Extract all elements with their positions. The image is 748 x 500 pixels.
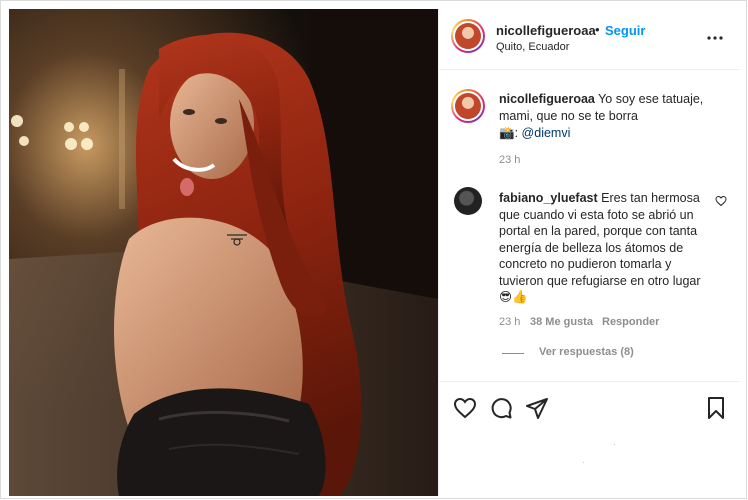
- post-action-bar: [439, 381, 740, 422]
- comment-emojis: 😎👍: [499, 290, 528, 304]
- follow-button[interactable]: Seguir: [605, 23, 645, 38]
- header-separator: •: [595, 22, 600, 37]
- commenter-username[interactable]: fabiano_yluefast: [499, 191, 598, 205]
- post-caption: nicollefigueroaa Yo soy ese tatuaje, mam…: [499, 91, 724, 142]
- caption-mention-link[interactable]: @diemvi: [522, 126, 571, 140]
- heart-icon[interactable]: [453, 396, 477, 420]
- comment-like-heart-icon[interactable]: [715, 195, 727, 207]
- bookmark-icon[interactable]: [704, 396, 728, 420]
- post-location[interactable]: Quito, Ecuador: [496, 41, 569, 53]
- post-photo[interactable]: [9, 9, 438, 496]
- comment-body-block: fabiano_yluefast Eres tan hermosa que cu…: [499, 190, 714, 306]
- comment-reply-button[interactable]: Responder: [602, 316, 659, 328]
- caption-author-avatar[interactable]: [451, 89, 485, 123]
- comment-likes-label: 38 Me gusta: [530, 316, 593, 328]
- caption-credit-colon: :: [514, 126, 519, 140]
- comment-text: Eres tan hermosa que cuando vi esta foto…: [499, 191, 701, 288]
- author-username[interactable]: nicollefigueroaa: [496, 23, 596, 38]
- comment-reply-label: Responder: [602, 316, 660, 328]
- author-avatar[interactable]: [451, 19, 485, 53]
- caption-username[interactable]: nicollefigueroaa: [499, 92, 595, 106]
- faint-mark: .: [613, 437, 616, 448]
- share-icon[interactable]: [525, 396, 549, 420]
- comment-icon[interactable]: [489, 396, 513, 420]
- view-replies-link[interactable]: Ver respuestas (8): [539, 346, 634, 358]
- caption-timestamp: 23 h: [499, 154, 521, 166]
- post-header: nicollefigueroaa • Seguir Quito, Ecuador: [439, 9, 740, 70]
- post-side-panel: nicollefigueroaa • Seguir Quito, Ecuador…: [438, 9, 740, 496]
- replies-divider-line: [502, 353, 524, 354]
- more-options-icon[interactable]: [705, 31, 725, 45]
- commenter-avatar[interactable]: [454, 187, 482, 215]
- photo-illustration: [9, 9, 438, 496]
- comment-timestamp: 23 h: [499, 316, 521, 328]
- camera-emoji: 📸: [499, 126, 515, 140]
- comment-likes-count[interactable]: 38 Me gusta: [530, 316, 593, 328]
- faint-mark: .: [582, 455, 585, 466]
